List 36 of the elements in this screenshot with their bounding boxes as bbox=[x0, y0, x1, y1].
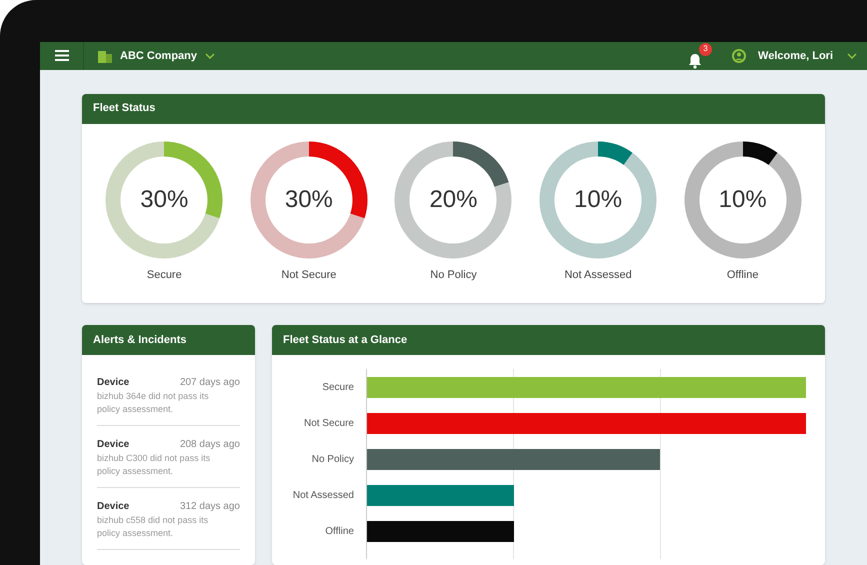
alert-time: 312 days ago bbox=[180, 500, 240, 514]
status-label: Not Assessed bbox=[564, 268, 632, 282]
alert-type: Device bbox=[97, 500, 130, 514]
bar-label: No Policy bbox=[312, 452, 354, 466]
chevron-down-icon bbox=[205, 52, 216, 59]
card-title: Fleet Status at a Glance bbox=[283, 332, 408, 348]
bar-label: Not Assessed bbox=[292, 488, 354, 502]
building-icon bbox=[98, 48, 112, 63]
user-icon bbox=[732, 48, 746, 63]
alert-message: bizhub C300 did not pass its policy assessment. bbox=[97, 452, 212, 478]
notification-badge: 3 bbox=[699, 42, 712, 56]
percent-value: 20% bbox=[429, 184, 478, 214]
company-selector[interactable]: ABC Company bbox=[98, 48, 216, 64]
user-menu[interactable]: Welcome, Lori bbox=[732, 48, 857, 64]
card-title: Fleet Status bbox=[93, 101, 156, 116]
percent-value: 30% bbox=[140, 184, 188, 214]
percent-value: 10% bbox=[718, 184, 767, 214]
percent-value: 30% bbox=[284, 184, 333, 214]
alert-time: 207 days ago bbox=[180, 376, 240, 390]
percent-value: 10% bbox=[574, 184, 622, 214]
status-label: Offline bbox=[726, 268, 758, 282]
alert-message: bizhub c558 did not pass its policy assessment. bbox=[97, 514, 210, 540]
alert-type: Device bbox=[97, 438, 130, 452]
alert-message: bizhub 364e did not pass its policy assessment. bbox=[97, 390, 210, 416]
alert-time: 208 days ago bbox=[180, 438, 240, 452]
notification-bell[interactable]: 3 bbox=[688, 42, 712, 69]
status-label: Not Secure bbox=[281, 268, 336, 282]
card-title: Alerts & Incidents bbox=[93, 332, 187, 348]
status-label: Secure bbox=[146, 268, 182, 282]
chevron-down-icon bbox=[847, 52, 857, 59]
bar-label: Not Secure bbox=[304, 416, 354, 430]
bell-icon bbox=[688, 52, 702, 69]
bar-label: Secure bbox=[322, 380, 354, 394]
bar-label: Offline bbox=[325, 524, 354, 538]
status-label: No Policy bbox=[430, 268, 477, 282]
alert-type: Device bbox=[97, 376, 130, 390]
